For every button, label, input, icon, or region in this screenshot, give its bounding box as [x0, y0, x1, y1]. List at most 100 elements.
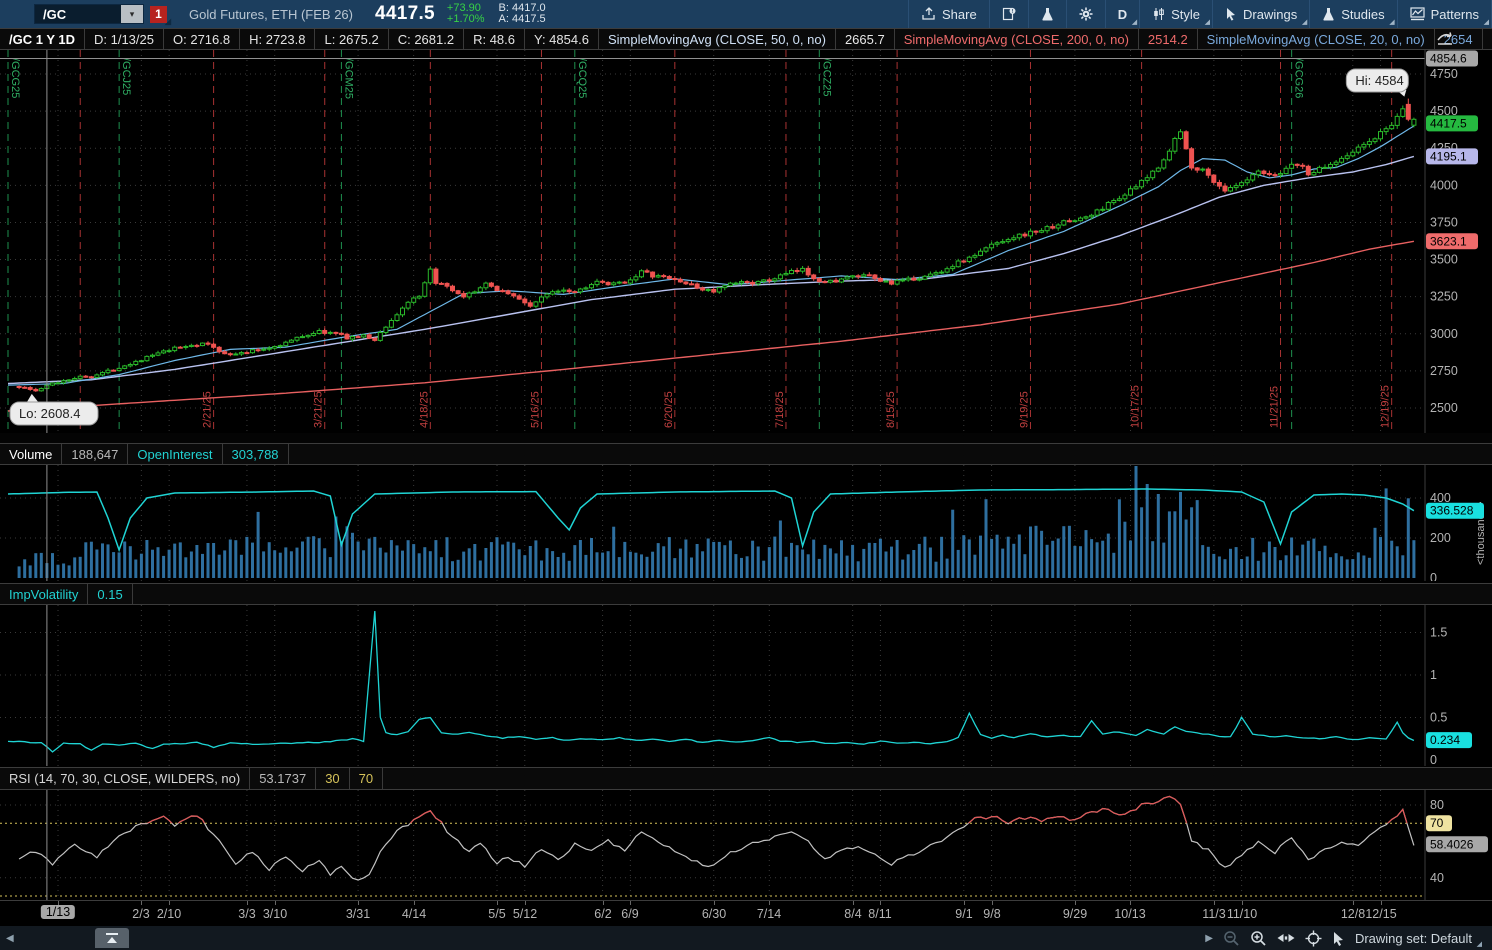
volume-bar	[546, 548, 549, 578]
volume-bar	[551, 551, 554, 578]
volume-chart[interactable]: 4002000<thousands>336.528	[0, 465, 1492, 581]
share-button[interactable]: Share	[908, 0, 989, 28]
candle	[495, 286, 499, 290]
pan-horizontal-icon[interactable]	[1277, 931, 1295, 945]
crosshair-icon[interactable]	[1305, 930, 1322, 947]
time-axis[interactable]: 1/132/32/103/33/103/314/145/55/126/26/96…	[0, 900, 1492, 926]
candle	[67, 380, 71, 381]
time-tick	[1130, 901, 1131, 905]
impvol-header-cell[interactable]: ImpVolatility	[0, 584, 88, 604]
candle	[445, 283, 449, 286]
candle	[951, 267, 955, 269]
time-tick	[169, 901, 170, 905]
ask-value: A: 4417.5	[499, 14, 546, 25]
style-button[interactable]: Style◢	[1139, 0, 1212, 28]
expiry-label: 10/17/25	[1130, 385, 1142, 428]
candle	[1062, 221, 1066, 225]
candle	[928, 274, 932, 276]
patterns-button[interactable]: Patterns◢	[1397, 0, 1492, 28]
volume-bar	[401, 551, 404, 578]
chart-maximize-icon[interactable]	[1436, 31, 1458, 47]
volume-bar	[657, 543, 660, 578]
candle	[1051, 227, 1055, 229]
candle	[278, 346, 282, 347]
rsi-header-cell[interactable]: RSI (14, 70, 30, CLOSE, WILDERS, no)	[0, 768, 250, 789]
candle	[1384, 129, 1388, 132]
time-tick	[358, 901, 359, 905]
symbol-dropdown-button[interactable]: ▾	[121, 5, 143, 23]
analyze-button[interactable]	[1028, 0, 1066, 28]
volume-bar	[634, 553, 637, 578]
volume-bar	[79, 557, 82, 578]
volume-bar	[195, 545, 198, 578]
volume-bar	[923, 537, 926, 578]
volume-svg[interactable]: 4002000<thousands>336.528	[0, 465, 1492, 581]
volume-bar	[312, 536, 315, 578]
volume-header-cell[interactable]: Volume	[0, 444, 62, 464]
pointer-icon[interactable]	[1332, 931, 1345, 946]
volume-bar	[1396, 546, 1399, 578]
timeframe-button[interactable]: D◢	[1105, 0, 1139, 28]
impvol-axis-label: 1.5	[1430, 626, 1447, 640]
volume-bar	[507, 542, 510, 578]
volume-bar	[746, 556, 749, 578]
volume-bar	[1085, 530, 1088, 578]
candle	[139, 361, 143, 362]
candle	[423, 283, 427, 297]
drawing-set-selector[interactable]: Drawing set: Default◢	[1355, 931, 1482, 946]
scroll-right-icon[interactable]: ▶	[1205, 933, 1213, 944]
symbol-text[interactable]: /GC	[35, 7, 121, 22]
impvol-svg[interactable]: 1.510.500.234	[0, 605, 1492, 766]
symbol-input[interactable]: /GC ▾	[34, 4, 144, 24]
candle	[34, 389, 38, 390]
volume-bar	[1185, 520, 1188, 579]
time-tick	[992, 901, 993, 905]
change-percent: +1.70%	[447, 14, 485, 25]
main-price-chart[interactable]: /GCG25/GCJ25/GCM25/GCQ25/GCZ25/GCG262/21…	[0, 50, 1492, 433]
zoom-out-icon[interactable]	[1223, 930, 1240, 947]
candle	[784, 274, 788, 275]
candle	[328, 332, 332, 333]
volume-bar	[840, 540, 843, 578]
impvolatility-chart[interactable]: 1.510.500.234	[0, 605, 1492, 766]
candle	[501, 291, 505, 292]
candle	[1256, 171, 1260, 175]
volume-bar	[979, 536, 982, 578]
volume-bar	[1274, 547, 1277, 578]
zoom-in-icon[interactable]	[1250, 930, 1267, 947]
candle	[1279, 174, 1283, 175]
candle	[967, 257, 971, 261]
candle	[51, 383, 55, 385]
rsi-svg[interactable]: 80407058.4026	[0, 790, 1492, 900]
candle	[662, 276, 666, 277]
volume-bar	[707, 539, 710, 579]
chart-header-cell[interactable]: /GC 1 Y 1D	[0, 29, 85, 49]
volume-bar	[118, 552, 121, 578]
volume-bar	[1268, 542, 1271, 579]
studies-button[interactable]: Studies◢	[1309, 0, 1396, 28]
alert-badge[interactable]: 1◢	[150, 6, 167, 23]
rsi-chart[interactable]: 80407058.4026	[0, 790, 1492, 900]
candle	[695, 284, 699, 288]
candle	[1362, 144, 1366, 147]
candle	[556, 291, 560, 292]
volume-bar	[373, 537, 376, 578]
candle	[1401, 109, 1405, 117]
volume-bar	[1023, 554, 1026, 578]
volume-bar	[1012, 544, 1015, 578]
scroll-left-icon[interactable]: ◀	[6, 933, 14, 944]
volume-bar	[912, 550, 915, 578]
volume-bar	[434, 540, 437, 578]
candle	[590, 285, 594, 288]
main-chart-svg[interactable]: /GCG25/GCJ25/GCM25/GCQ25/GCZ25/GCG262/21…	[0, 50, 1492, 433]
volume-bar	[1018, 535, 1021, 579]
settings-button[interactable]	[1066, 0, 1105, 28]
candle	[1412, 119, 1416, 125]
drawings-button[interactable]: Drawings◢	[1212, 0, 1309, 28]
expand-panel-tab[interactable]	[95, 928, 129, 948]
candle	[1356, 147, 1360, 152]
report-button[interactable]: !	[989, 0, 1028, 28]
volume-bar	[590, 538, 593, 578]
time-axis-label: 4/14	[402, 907, 426, 921]
share-icon	[921, 7, 936, 21]
